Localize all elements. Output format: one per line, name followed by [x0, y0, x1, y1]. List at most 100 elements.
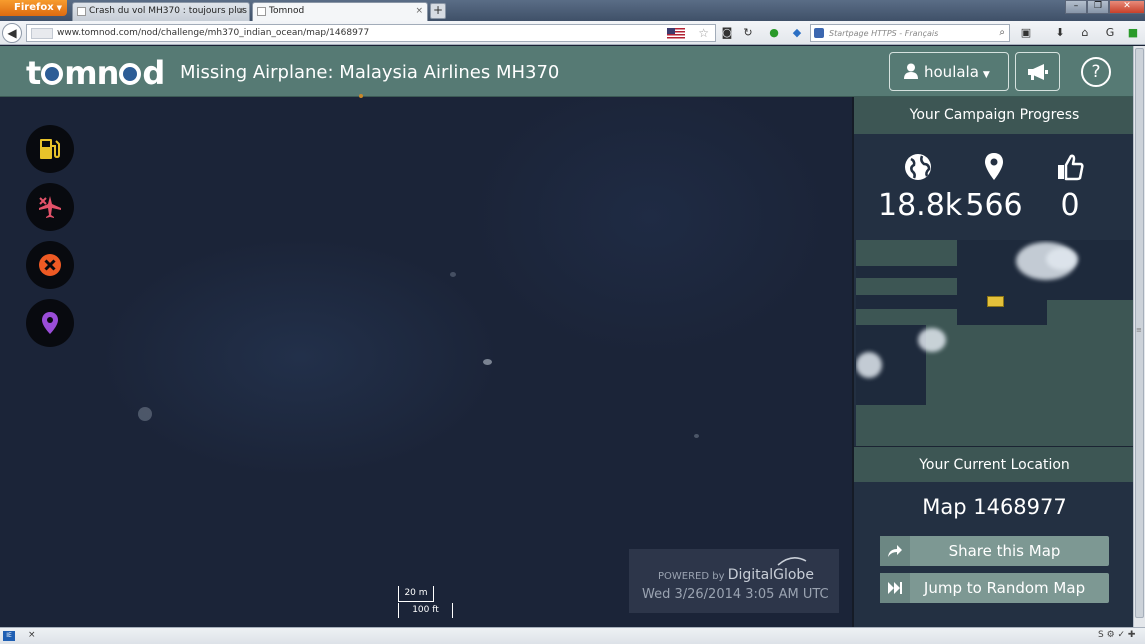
tab-title: Tomnod [269, 6, 305, 16]
status-bar: IE × S ⚙ ✓ ✚ [0, 627, 1145, 644]
browser-window: Firefox ▼ Crash du vol MH370 : toujours p… [0, 0, 1145, 644]
page-title: Missing Airplane: Malaysia Airlines MH37… [180, 62, 560, 83]
other-tool-button[interactable] [26, 299, 74, 347]
logo-eye-icon [119, 63, 142, 85]
campaign-stats: 18.8k 566 0 [854, 134, 1135, 240]
provider-name: DigitalGlobe [727, 567, 814, 583]
minimap-cloud [856, 352, 882, 378]
new-tab-button[interactable]: + [430, 3, 446, 19]
map-feature [694, 434, 699, 438]
site-identity-icon [31, 28, 53, 39]
addon-bar-icon[interactable]: IE [3, 631, 15, 641]
map-feature [359, 94, 363, 98]
fast-forward-icon [888, 582, 902, 594]
download-icon[interactable]: ⬇ [1052, 25, 1068, 41]
imagery-attribution: POWERED by DigitalGlobe Wed 3/26/2014 3:… [629, 549, 839, 613]
current-map-id: Map 1468977 [922, 495, 1067, 519]
share-map-button[interactable]: Share this Map [880, 536, 1109, 566]
megaphone-icon [1028, 64, 1048, 80]
extension-icon[interactable]: G [1102, 25, 1118, 41]
status-tray-icons[interactable]: S ⚙ ✓ ✚ [1098, 630, 1135, 640]
stat-value: 18.8k [878, 188, 963, 223]
url-bar[interactable]: www.tomnod.com/nod/challenge/mh370_india… [26, 24, 716, 42]
tab-crash-article[interactable]: Crash du vol MH370 : toujours plus d... … [72, 2, 250, 21]
search-icon[interactable]: ⌕ [999, 27, 1005, 38]
campaign-progress-heading: Your Campaign Progress [854, 97, 1135, 134]
username-label: houlala [924, 63, 979, 81]
chevron-down-icon: ▼ [982, 70, 990, 80]
random-map-button[interactable]: Jump to Random Map [880, 573, 1109, 603]
search-placeholder: Startpage HTTPS - Français [829, 29, 939, 38]
campaign-minimap[interactable] [856, 240, 1135, 446]
digitalglobe-swoosh-icon [777, 557, 807, 566]
page-favicon-icon [257, 7, 266, 16]
extension-icon[interactable]: ● [766, 25, 782, 41]
wreckage-tool-button[interactable] [26, 183, 74, 231]
us-flag-icon [667, 28, 685, 39]
maximize-window-button[interactable]: ❐ [1087, 0, 1109, 14]
sidebar: Your Campaign Progress 18.8k 566 0 Your … [852, 97, 1135, 627]
help-label: ? [1091, 62, 1101, 82]
user-menu-button[interactable]: houlala ▼ [889, 52, 1009, 91]
stat-value: 566 [965, 188, 1023, 223]
minimize-window-button[interactable]: – [1065, 0, 1087, 14]
satellite-map[interactable]: 20 m 100 ft POWERED by DigitalGlobe Wed … [0, 94, 852, 627]
back-button[interactable]: ◀ [2, 23, 22, 43]
close-window-button[interactable]: ✕ [1109, 0, 1145, 14]
firefox-menu-button[interactable]: Firefox ▼ [0, 0, 67, 16]
map-pin-icon [42, 312, 58, 334]
scale-imperial: 100 ft [398, 603, 453, 618]
current-location-marker [987, 296, 1004, 307]
user-icon [904, 63, 918, 79]
tab-bar: Firefox ▼ Crash du vol MH370 : toujours p… [0, 0, 1145, 21]
scale-metric: 20 m [398, 586, 434, 602]
powered-by-label: POWERED by DigitalGlobe [658, 567, 814, 583]
thumbs-up-icon [1058, 154, 1084, 181]
reload-icon[interactable]: ↻ [740, 25, 756, 41]
minimap-cloud [1046, 248, 1078, 270]
random-map-label: Jump to Random Map [923, 579, 1086, 597]
page-scrollbar[interactable]: ≡ [1133, 46, 1145, 627]
screenshot-icon[interactable]: ▣ [1018, 25, 1034, 41]
addon-icon[interactable]: ◙ [719, 25, 735, 41]
page-favicon-icon [77, 7, 86, 16]
extension-icon[interactable]: ■ [1125, 25, 1141, 41]
firefox-menu-label: Firefox [14, 2, 54, 13]
logo-eye-icon [41, 63, 64, 85]
fuel-tool-button[interactable] [26, 125, 74, 173]
capture-date: Wed 3/26/2014 3:05 AM UTC [642, 587, 829, 602]
close-circle-icon [39, 254, 61, 276]
tab-tomnod[interactable]: Tomnod × [252, 2, 428, 21]
minimap-explored-area [856, 266, 957, 278]
search-engine-icon [814, 28, 824, 38]
close-addon-bar-icon[interactable]: × [28, 630, 36, 640]
powered-by-text: POWERED by [658, 571, 725, 582]
oil-slick-tool-button[interactable] [26, 241, 74, 289]
announcements-button[interactable] [1015, 52, 1060, 91]
map-feature [483, 359, 492, 365]
extension-icon[interactable]: ◆ [789, 25, 805, 41]
bookmark-star-icon[interactable]: ☆ [698, 26, 709, 40]
map-feature [138, 407, 152, 421]
help-button[interactable]: ? [1081, 57, 1111, 87]
globe-icon [905, 154, 931, 180]
close-tab-icon[interactable]: × [237, 6, 245, 16]
navigation-bar: ◀ www.tomnod.com/nod/challenge/mh370_ind… [0, 21, 1145, 45]
tomnod-logo[interactable]: t mn d [26, 54, 165, 92]
search-bar[interactable]: Startpage HTTPS - Français ⌕ [810, 24, 1010, 42]
share-map-label: Share this Map [948, 542, 1061, 560]
map-feature [450, 272, 456, 277]
home-icon[interactable]: ⌂ [1077, 25, 1093, 41]
share-icon-cap [880, 536, 910, 566]
fast-forward-icon-cap [880, 573, 910, 603]
url-text: www.tomnod.com/nod/challenge/mh370_india… [57, 28, 370, 38]
stat-value: 0 [1060, 188, 1080, 223]
close-tab-icon[interactable]: × [415, 6, 423, 16]
tab-title: Crash du vol MH370 : toujours plus d... [89, 6, 250, 16]
fuel-pump-icon [40, 139, 60, 159]
chevron-down-icon: ▼ [56, 4, 63, 12]
airplane-wreckage-icon [39, 196, 61, 218]
scrollbar-grip-icon: ≡ [1136, 326, 1142, 334]
map-scale: 20 m 100 ft [398, 586, 453, 618]
map-pin-icon [985, 153, 1003, 180]
